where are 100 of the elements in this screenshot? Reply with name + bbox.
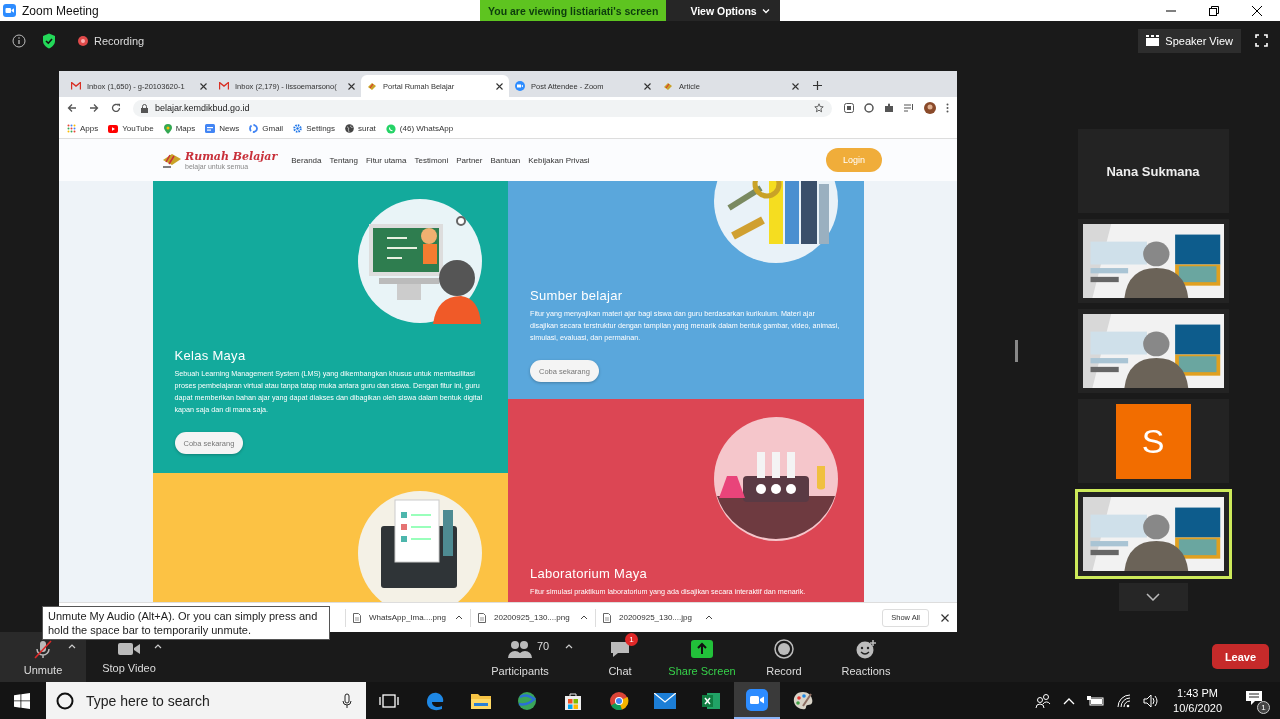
puzzle-icon[interactable] xyxy=(884,103,894,113)
view-options-button[interactable]: View Options xyxy=(666,0,780,21)
close-icon[interactable] xyxy=(496,82,503,90)
close-icon[interactable] xyxy=(348,82,355,90)
nav-link[interactable]: Testimoni xyxy=(414,155,449,165)
mail-icon xyxy=(654,692,676,709)
nav-link[interactable]: Tentang xyxy=(329,155,358,165)
nav-link[interactable]: Bantuan xyxy=(490,155,521,165)
hat-icon xyxy=(367,81,377,91)
star-icon[interactable] xyxy=(814,103,824,113)
close-icon[interactable] xyxy=(644,82,651,90)
reload-icon[interactable] xyxy=(111,103,121,113)
nav-link[interactable]: Kebijakan Privasi xyxy=(528,155,590,165)
download-item[interactable]: 20200925_130....png xyxy=(494,613,572,622)
store-bag-icon xyxy=(563,690,583,711)
windows-start-icon[interactable] xyxy=(14,692,30,709)
apps-grid-icon[interactable] xyxy=(67,124,76,133)
close-icon[interactable] xyxy=(792,82,799,90)
play-icon[interactable] xyxy=(108,124,119,133)
taskbar-app[interactable] xyxy=(734,682,780,719)
record-dot-icon xyxy=(78,35,88,46)
people-icon[interactable] xyxy=(1035,693,1052,708)
resize-handle[interactable] xyxy=(1015,340,1018,362)
clock-date[interactable]: 10/6/2020 xyxy=(1173,700,1222,716)
participant-count: 70 xyxy=(537,639,550,652)
volume-icon[interactable] xyxy=(1143,693,1160,708)
toolbar-button[interactable]: Record xyxy=(743,632,825,682)
close-icon[interactable] xyxy=(941,613,949,622)
bookmark-link[interactable]: surat xyxy=(358,124,376,133)
search-bar[interactable]: Type here to search xyxy=(46,682,366,719)
reaction-icon xyxy=(855,638,877,659)
close-icon[interactable] xyxy=(200,82,207,90)
participant-tile[interactable]: Nana Sukmana xyxy=(1077,129,1229,213)
chevron-up-icon[interactable] xyxy=(1063,696,1076,705)
clock-time[interactable]: 1:43 PM xyxy=(1177,685,1218,701)
video-camera-icon xyxy=(117,640,141,657)
gear-icon[interactable] xyxy=(293,124,303,133)
chat-icon xyxy=(609,639,631,658)
toolbar-button[interactable]: 1 Chat xyxy=(579,632,661,682)
recording-label: Recording xyxy=(94,34,145,47)
search-field[interactable]: Type here to search xyxy=(84,691,332,710)
bookmark-link[interactable]: Maps xyxy=(175,124,196,133)
mail-icon xyxy=(219,82,229,90)
file-icon xyxy=(353,612,361,623)
ring-icon[interactable] xyxy=(249,124,259,133)
media-queue-icon[interactable] xyxy=(904,103,914,113)
nav-link[interactable]: Beranda xyxy=(291,155,322,165)
toolbar-button[interactable]: 70 Participants xyxy=(479,632,579,682)
browser-icon xyxy=(425,690,445,711)
battery-icon[interactable] xyxy=(1087,694,1106,707)
download-item[interactable]: 20200925_130....jpg xyxy=(619,613,697,622)
download-item[interactable]: WhatsApp_Ima....png xyxy=(369,613,447,622)
address-field[interactable]: belajar.kemdikbud.go.id xyxy=(133,99,832,117)
task-view-icon xyxy=(379,692,399,709)
shield-icon[interactable] xyxy=(42,32,56,49)
leave-button[interactable]: Leave xyxy=(1212,644,1269,669)
toolbar-button[interactable]: Share Screen xyxy=(661,632,743,682)
participant-tile[interactable] xyxy=(1074,489,1232,579)
microphone-icon[interactable] xyxy=(342,692,352,709)
fullscreen-icon[interactable] xyxy=(1255,34,1268,47)
extension-icon[interactable] xyxy=(844,103,854,113)
share-screen-icon xyxy=(691,639,713,658)
back-icon[interactable] xyxy=(67,103,77,113)
bookmark-link[interactable]: Gmail xyxy=(262,124,284,133)
restore-icon[interactable] xyxy=(1209,5,1219,16)
extension-icon[interactable] xyxy=(864,103,874,113)
new-tab-icon[interactable] xyxy=(813,81,822,90)
wifi-icon[interactable] xyxy=(1117,693,1132,708)
search-icon xyxy=(56,691,74,710)
lock-icon xyxy=(141,103,148,113)
bookmark-link[interactable]: Apps xyxy=(80,124,99,133)
hat-icon xyxy=(663,81,673,91)
caret-icon[interactable] xyxy=(580,615,588,620)
caret-icon[interactable] xyxy=(455,615,463,620)
card-title: Sumber belajar xyxy=(530,288,624,303)
bookmark-link[interactable]: YouTube xyxy=(122,124,154,133)
card-title: Laboratorium Maya xyxy=(530,566,649,581)
globe-icon[interactable] xyxy=(345,124,355,133)
info-icon[interactable] xyxy=(12,33,26,48)
close-icon[interactable] xyxy=(1252,5,1262,16)
hat-logo-icon xyxy=(161,151,183,169)
forward-icon[interactable] xyxy=(89,103,99,113)
bookmark-link[interactable]: Settings xyxy=(306,124,336,133)
notification-button[interactable]: 1 xyxy=(1244,687,1270,714)
site-logo[interactable]: Rumah Belajar xyxy=(185,150,278,163)
profile-avatar-icon[interactable] xyxy=(924,102,936,114)
more-icon[interactable] xyxy=(946,103,949,113)
speaker-view-button[interactable]: Speaker View xyxy=(1138,28,1241,53)
news-icon[interactable] xyxy=(205,124,216,133)
caret-icon[interactable] xyxy=(705,615,713,620)
bookmark-link[interactable]: (46) WhatsApp xyxy=(399,124,454,133)
viewing-banner: You are viewing listiariati's screen xyxy=(480,0,667,21)
camera-icon xyxy=(515,81,525,91)
nav-link[interactable]: Fitur utama xyxy=(365,155,407,165)
caret-icon xyxy=(761,7,770,14)
map-pin-icon[interactable] xyxy=(163,123,172,134)
nav-link[interactable]: Partner xyxy=(456,155,483,165)
globe-icon xyxy=(516,690,538,711)
toolbar-button[interactable]: Reactions xyxy=(825,632,907,682)
bookmark-link[interactable]: News xyxy=(219,124,240,133)
